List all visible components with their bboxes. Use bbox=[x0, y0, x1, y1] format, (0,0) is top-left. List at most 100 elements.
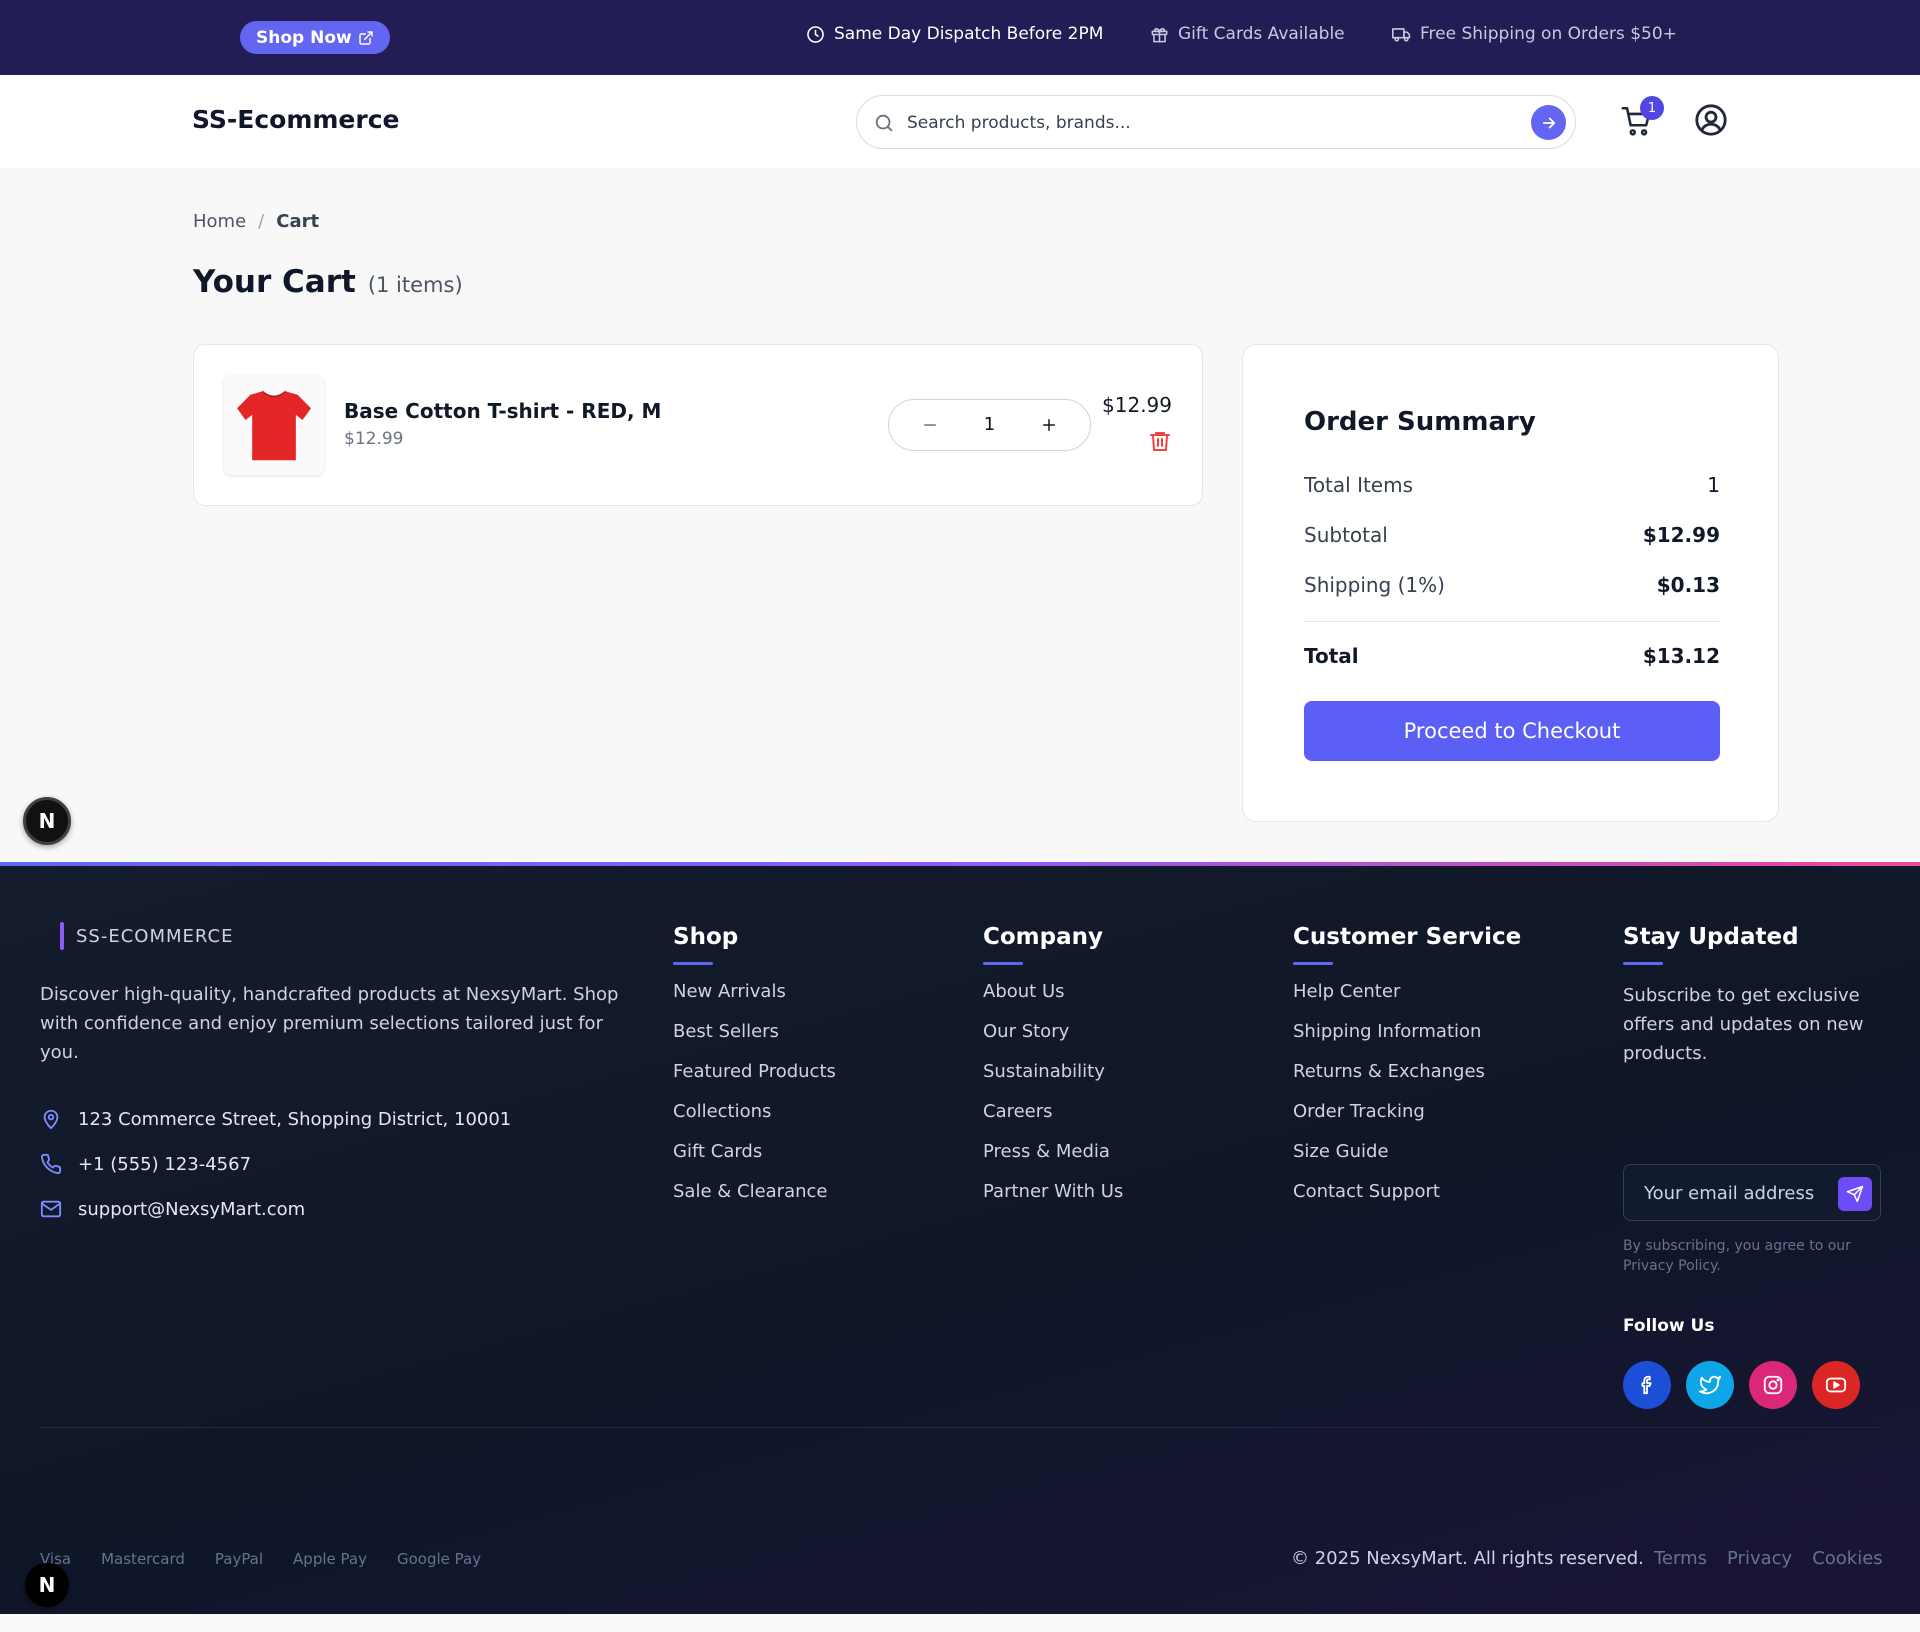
footer-title-underline bbox=[1623, 962, 1663, 965]
summary-row-shipping: Shipping (1%) $0.13 bbox=[1304, 573, 1720, 597]
footer-link[interactable]: Order Tracking bbox=[1293, 1101, 1521, 1141]
footer-column-company: Company About Us Our Story Sustainabilit… bbox=[983, 924, 1123, 1221]
footer-divider bbox=[40, 1427, 1880, 1428]
search-icon bbox=[875, 114, 893, 132]
breadcrumb-current: Cart bbox=[276, 211, 320, 232]
shop-now-button[interactable]: Shop Now bbox=[240, 21, 390, 54]
social-links bbox=[1623, 1361, 1860, 1409]
product-name[interactable]: Base Cotton T-shirt - RED, M bbox=[344, 399, 661, 423]
footer-link[interactable]: Featured Products bbox=[673, 1061, 836, 1101]
trash-icon bbox=[1150, 432, 1170, 451]
total-value: $13.12 bbox=[1642, 644, 1720, 668]
footer-link[interactable]: Best Sellers bbox=[673, 1021, 836, 1061]
youtube-button[interactable] bbox=[1812, 1361, 1860, 1409]
next-dev-badge[interactable]: N bbox=[23, 797, 71, 845]
legal-link-terms[interactable]: Terms bbox=[1654, 1548, 1707, 1569]
footer-link[interactable]: Size Guide bbox=[1293, 1141, 1521, 1181]
contact-email-text: support@NexsyMart.com bbox=[78, 1198, 306, 1220]
gift-icon bbox=[1151, 27, 1168, 42]
contact-phone[interactable]: +1 (555) 123-4567 bbox=[40, 1153, 251, 1175]
footer-link[interactable]: Collections bbox=[673, 1101, 836, 1141]
contact-email[interactable]: support@NexsyMart.com bbox=[40, 1198, 305, 1220]
promo-gift-cards: Gift Cards Available bbox=[1150, 24, 1345, 44]
site-logo[interactable]: SS-Ecommerce bbox=[192, 105, 400, 134]
youtube-icon bbox=[1825, 1377, 1847, 1393]
footer-link[interactable]: New Arrivals bbox=[673, 981, 836, 1021]
newsletter-submit-button[interactable] bbox=[1838, 1177, 1872, 1211]
legal-link-cookies[interactable]: Cookies bbox=[1812, 1548, 1882, 1569]
footer-link[interactable]: Returns & Exchanges bbox=[1293, 1061, 1521, 1101]
order-summary: Order Summary Total Items 1 Subtotal $12… bbox=[1242, 344, 1779, 822]
twitter-button[interactable] bbox=[1686, 1361, 1734, 1409]
footer-brand: SS-ECOMMERCE bbox=[60, 922, 233, 950]
search-input[interactable] bbox=[907, 108, 1507, 138]
twitter-icon bbox=[1699, 1375, 1721, 1395]
footer-link[interactable]: Shipping Information bbox=[1293, 1021, 1521, 1061]
product-image[interactable] bbox=[224, 375, 324, 475]
footer-brand-name: SS-ECOMMERCE bbox=[76, 925, 234, 947]
newsletter-form bbox=[1623, 1164, 1881, 1221]
account-button[interactable] bbox=[1694, 103, 1730, 139]
cart-count-badge: 1 bbox=[1640, 96, 1664, 120]
phone-icon bbox=[41, 1153, 62, 1174]
footer-link[interactable]: Gift Cards bbox=[673, 1141, 836, 1181]
copyright: © 2025 NexsyMart. All rights reserved. bbox=[1291, 1548, 1644, 1569]
cart-button[interactable]: 1 bbox=[1620, 96, 1664, 140]
checkout-button[interactable]: Proceed to Checkout bbox=[1304, 701, 1720, 761]
shop-now-label: Shop Now bbox=[256, 27, 352, 48]
search-bar bbox=[856, 95, 1576, 149]
footer-column-title: Company bbox=[983, 924, 1103, 950]
user-icon bbox=[1695, 104, 1727, 136]
footer-title-underline bbox=[983, 962, 1023, 965]
newsletter-disclaimer: By subscribing, you agree to our Privacy… bbox=[1623, 1238, 1851, 1274]
send-icon bbox=[1846, 1185, 1864, 1203]
payment-method: Google Pay bbox=[396, 1550, 482, 1568]
promo-dispatch-label: Same Day Dispatch Before 2PM bbox=[834, 24, 1104, 44]
cart-item: Base Cotton T-shirt - RED, M $12.99 1 $1… bbox=[193, 344, 1203, 506]
legal-link-privacy[interactable]: Privacy bbox=[1727, 1548, 1792, 1569]
summary-label: Shipping (1%) bbox=[1304, 573, 1445, 597]
footer-link[interactable]: Sustainability bbox=[983, 1061, 1123, 1101]
payment-method: PayPal bbox=[214, 1550, 264, 1568]
summary-label: Total Items bbox=[1304, 473, 1414, 497]
footer-link[interactable]: Our Story bbox=[983, 1021, 1123, 1061]
footer-link[interactable]: Partner With Us bbox=[983, 1181, 1123, 1221]
contact-address-text: 123 Commerce Street, Shopping District, … bbox=[78, 1108, 512, 1130]
truck-icon bbox=[1392, 27, 1411, 42]
footer-link[interactable]: Help Center bbox=[1293, 981, 1521, 1021]
search-submit-button[interactable] bbox=[1531, 105, 1566, 140]
summary-row-total: Total $13.12 bbox=[1304, 644, 1720, 668]
footer-link[interactable]: Sale & Clearance bbox=[673, 1181, 836, 1221]
plus-icon bbox=[1043, 419, 1055, 431]
increase-quantity-button[interactable] bbox=[1036, 412, 1062, 438]
summary-value: $0.13 bbox=[1656, 573, 1720, 597]
breadcrumb-home[interactable]: Home bbox=[193, 211, 246, 232]
remove-item-button[interactable] bbox=[1148, 429, 1172, 453]
instagram-icon bbox=[1763, 1375, 1783, 1395]
map-pin-icon bbox=[43, 1109, 59, 1130]
summary-value: 1 bbox=[1707, 473, 1720, 497]
footer-description: Discover high-quality, handcrafted produ… bbox=[40, 984, 619, 1063]
promo-gift-label: Gift Cards Available bbox=[1178, 24, 1345, 44]
footer-column-title: Shop bbox=[673, 924, 739, 950]
footer-link[interactable]: Press & Media bbox=[983, 1141, 1123, 1181]
promo-dispatch: Same Day Dispatch Before 2PM bbox=[806, 24, 1103, 44]
footer-link[interactable]: Contact Support bbox=[1293, 1181, 1521, 1221]
newsletter-text: Subscribe to get exclusive offers and up… bbox=[1623, 985, 1864, 1064]
summary-value: $12.99 bbox=[1642, 523, 1720, 547]
arrow-right-icon bbox=[1542, 117, 1555, 128]
breadcrumb: Home / Cart bbox=[193, 211, 319, 232]
site-header: SS-Ecommerce 1 bbox=[0, 75, 1920, 168]
total-label: Total bbox=[1304, 644, 1359, 668]
external-link-icon bbox=[359, 30, 373, 45]
payment-method: Apple Pay bbox=[293, 1550, 367, 1568]
footer-link[interactable]: Careers bbox=[983, 1101, 1123, 1141]
instagram-button[interactable] bbox=[1749, 1361, 1797, 1409]
footer-link[interactable]: About Us bbox=[983, 981, 1123, 1021]
footer-column-shop: Shop New Arrivals Best Sellers Featured … bbox=[673, 924, 836, 1221]
contact-address: 123 Commerce Street, Shopping District, … bbox=[40, 1108, 511, 1130]
facebook-button[interactable] bbox=[1623, 1361, 1671, 1409]
footer-column-title: Stay Updated bbox=[1623, 924, 1799, 950]
next-dev-badge-bottom[interactable]: N bbox=[25, 1563, 69, 1607]
newsletter-email-input[interactable] bbox=[1644, 1181, 1824, 1205]
